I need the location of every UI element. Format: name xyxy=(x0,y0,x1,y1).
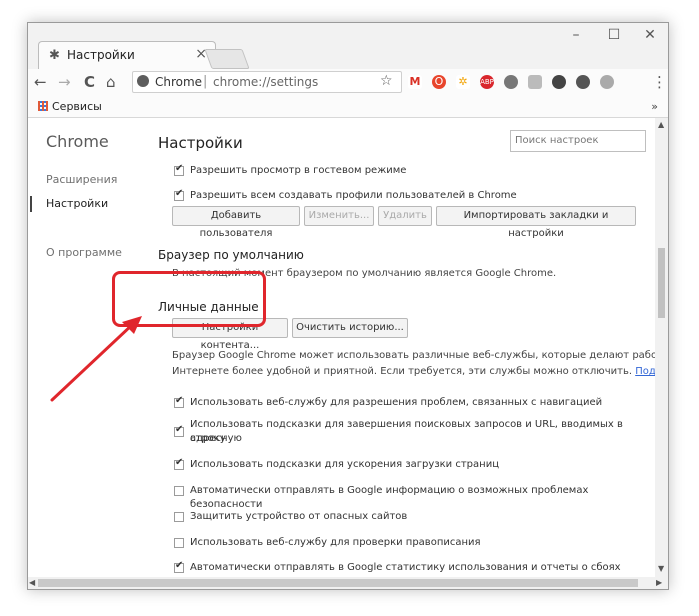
pointer-arrow-icon xyxy=(50,316,142,402)
